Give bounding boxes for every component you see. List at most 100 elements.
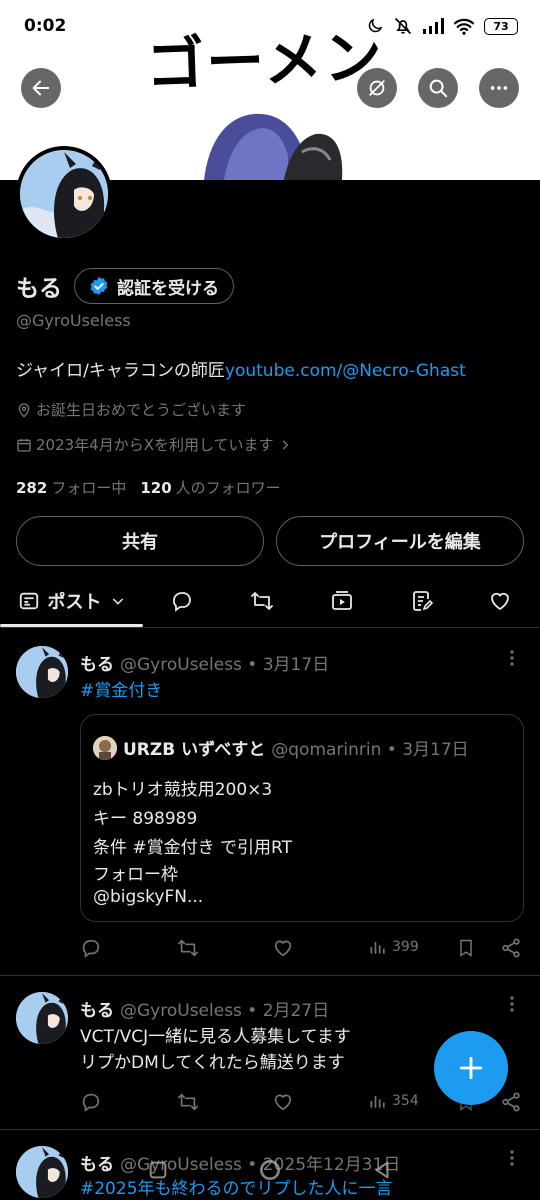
reply-icon bbox=[82, 939, 100, 958]
post-avatar[interactable] bbox=[16, 992, 68, 1044]
reply-icon bbox=[82, 1093, 100, 1112]
heart-icon bbox=[274, 1094, 292, 1111]
repost-button[interactable] bbox=[176, 937, 200, 959]
post-author-name[interactable]: もる bbox=[80, 655, 114, 675]
share-icon bbox=[502, 1092, 520, 1112]
joined-text: 2023年4月からXを利用しています bbox=[36, 436, 274, 454]
more-vertical-icon bbox=[510, 996, 514, 1012]
profile-handle: @GyroUseless bbox=[16, 311, 131, 330]
home-icon[interactable] bbox=[257, 1157, 283, 1183]
bookmark-button[interactable] bbox=[456, 937, 476, 959]
get-verified-button[interactable]: 認証を受ける bbox=[74, 268, 234, 304]
following-link[interactable]: 282 フォロー中 bbox=[16, 477, 126, 498]
banner-figure-illustration bbox=[204, 113, 343, 180]
post-header: もる @GyroUseless • 3月17日 bbox=[80, 650, 329, 675]
share-label: 共有 bbox=[122, 532, 158, 553]
post-more-button[interactable] bbox=[504, 648, 520, 673]
avatar-illustration bbox=[16, 646, 68, 698]
quoted-text-line: フォロー枠 bbox=[93, 865, 178, 885]
post-text-line: VCT/VCJ一緒に見る人募集してます bbox=[80, 1027, 351, 1047]
post-header: もる @GyroUseless • 2月27日 bbox=[80, 996, 329, 1021]
quoted-meta: @qomarinrin • 3月17日 bbox=[271, 740, 469, 760]
like-button[interactable] bbox=[272, 1091, 294, 1113]
post-text: #賞金付き bbox=[80, 678, 162, 705]
repost-icon bbox=[178, 939, 198, 957]
following-label: フォロー中 bbox=[51, 479, 127, 497]
views-button[interactable]: 354 bbox=[368, 1091, 419, 1111]
more-options-button[interactable] bbox=[479, 68, 519, 108]
recent-apps-icon[interactable] bbox=[147, 1159, 169, 1181]
views-button[interactable]: 399 bbox=[368, 937, 419, 957]
hashtag-link[interactable]: #賞金付き bbox=[80, 681, 162, 701]
quoted-author-name: URZB いずべすと bbox=[123, 740, 266, 760]
back-triangle-icon[interactable] bbox=[371, 1159, 393, 1181]
search-button[interactable] bbox=[418, 68, 458, 108]
quoted-post[interactable]: URZB いずべすと @qomarinrin • 3月17日 zbトリオ競技用2… bbox=[80, 714, 524, 922]
tab-articles[interactable] bbox=[400, 574, 444, 627]
status-bar: 0:02 73 bbox=[0, 0, 540, 52]
bar-chart-icon bbox=[370, 942, 385, 954]
profile-name-row: もる 認証を受ける bbox=[16, 268, 234, 304]
tab-posts[interactable]: ポスト bbox=[0, 574, 143, 627]
quoted-text-line: キー 898989 bbox=[93, 809, 198, 829]
repost-icon bbox=[251, 591, 273, 610]
grok-button[interactable] bbox=[357, 68, 397, 108]
tab-reposts[interactable] bbox=[240, 574, 284, 627]
verified-badge-icon bbox=[90, 276, 108, 296]
avatar-illustration bbox=[20, 150, 108, 238]
chevron-right-icon bbox=[282, 439, 288, 450]
search-icon bbox=[429, 79, 448, 98]
joined-row[interactable]: 2023年4月からXを利用しています bbox=[16, 434, 292, 455]
profile-bio: ジャイロ/キャラコンの師匠youtube.com/@Necro-Ghast bbox=[16, 356, 466, 381]
views-count: 354 bbox=[392, 1093, 419, 1109]
system-navigation-bar bbox=[0, 1150, 540, 1190]
reply-button[interactable] bbox=[80, 937, 102, 959]
tab-posts-label: ポスト bbox=[47, 591, 102, 613]
post-actions: 399 bbox=[80, 937, 524, 961]
arrow-left-icon bbox=[32, 80, 50, 96]
post-more-button[interactable] bbox=[504, 994, 520, 1019]
share-post-button[interactable] bbox=[500, 937, 522, 959]
mute-bell-icon bbox=[394, 17, 412, 35]
following-count: 282 bbox=[16, 479, 48, 497]
repost-icon bbox=[178, 1093, 198, 1111]
tab-likes[interactable] bbox=[478, 574, 522, 627]
status-time: 0:02 bbox=[24, 16, 67, 36]
post-avatar[interactable] bbox=[16, 646, 68, 698]
active-tab-indicator bbox=[0, 624, 143, 627]
tab-media[interactable] bbox=[320, 574, 364, 627]
share-post-button[interactable] bbox=[500, 1091, 522, 1113]
avatar-illustration bbox=[16, 992, 68, 1044]
share-button[interactable]: 共有 bbox=[16, 516, 264, 566]
quoted-text-line: 条件 #賞金付き で引用RT bbox=[93, 838, 293, 858]
followers-label: 人のフォロワー bbox=[175, 479, 281, 497]
bio-text: ジャイロ/キャラコンの師匠 bbox=[16, 361, 225, 381]
avatar-illustration bbox=[93, 735, 117, 760]
compose-post-button[interactable] bbox=[434, 1031, 508, 1105]
followers-link[interactable]: 120 人のフォロワー bbox=[140, 477, 280, 498]
reply-button[interactable] bbox=[80, 1091, 102, 1113]
more-vertical-icon bbox=[510, 650, 514, 666]
posts-tab-icon bbox=[19, 592, 38, 609]
status-icons: 73 bbox=[366, 16, 518, 36]
article-edit-icon bbox=[413, 590, 434, 611]
repost-button[interactable] bbox=[176, 1091, 200, 1113]
heart-icon bbox=[491, 592, 509, 610]
post-meta: @GyroUseless • 2月27日 bbox=[120, 1001, 330, 1021]
post-text-line: リプかDMしてくれたら鯖送ります bbox=[80, 1053, 345, 1073]
reply-bubble-icon bbox=[173, 591, 191, 612]
back-button[interactable] bbox=[21, 68, 61, 108]
birthday-row: お誕生日おめでとうございます bbox=[16, 399, 246, 420]
bio-link[interactable]: youtube.com/@Necro-Ghast bbox=[225, 361, 466, 381]
battery-indicator: 73 bbox=[484, 17, 518, 35]
like-button[interactable] bbox=[272, 937, 294, 959]
post-author-name[interactable]: もる bbox=[80, 1001, 114, 1021]
tab-replies[interactable] bbox=[160, 574, 204, 627]
profile-tabs: ポスト bbox=[0, 574, 540, 628]
followers-count: 120 bbox=[140, 479, 172, 497]
edit-profile-button[interactable]: プロフィールを編集 bbox=[276, 516, 524, 566]
display-name: もる bbox=[16, 276, 62, 302]
quoted-text-line: @bigskyFN... bbox=[93, 887, 204, 907]
calendar-icon bbox=[17, 438, 31, 452]
profile-avatar[interactable] bbox=[16, 146, 112, 242]
